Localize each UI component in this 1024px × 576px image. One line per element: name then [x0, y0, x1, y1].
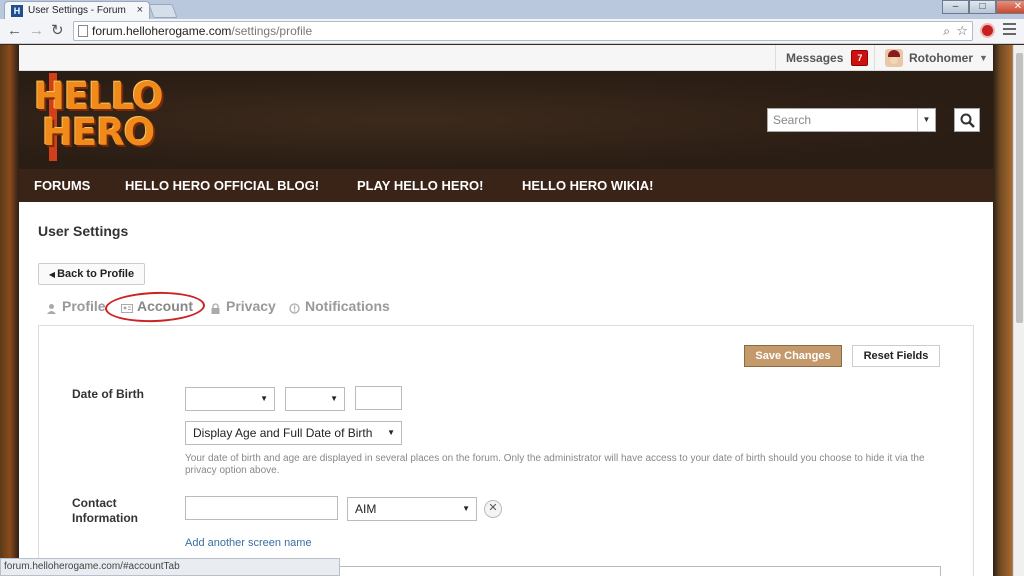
search-scope-dropdown[interactable]: ▼	[917, 109, 935, 131]
tab-profile[interactable]: Profile	[46, 298, 106, 314]
dob-day-select[interactable]: ▼	[285, 387, 345, 411]
forward-arrow-icon[interactable]: →	[29, 23, 44, 39]
address-bar[interactable]: forum.helloherogame.com/settings/profile…	[73, 21, 973, 41]
nav-play-hello-hero[interactable]: PLAY HELLO HERO!	[357, 169, 483, 202]
page-title: User Settings	[38, 223, 129, 239]
user-bar: Messages 7 Rotohomer ▼	[19, 45, 993, 71]
username: Rotohomer	[909, 51, 973, 65]
avatar	[885, 49, 903, 67]
red-annotation-circle	[104, 290, 206, 324]
web-page: Messages 7 Rotohomer ▼ HELLO HERO Search…	[0, 45, 1024, 576]
search-placeholder: Search	[773, 113, 812, 127]
zoom-icon[interactable]: ⌕	[943, 22, 950, 40]
account-settings-panel: Save Changes Reset Fields Date of Birth …	[38, 325, 974, 576]
screen-name-input[interactable]	[185, 496, 338, 520]
logo-word-hello: HELLO	[34, 75, 164, 118]
chevron-down-icon: ▼	[979, 53, 988, 63]
forum-favicon-icon: H	[11, 4, 23, 17]
reload-icon[interactable]: ↻	[51, 23, 64, 39]
url-domain: forum.helloherogame.com	[92, 24, 232, 38]
nav-official-blog[interactable]: HELLO HERO OFFICIAL BLOG!	[125, 169, 319, 202]
back-label: Back to Profile	[57, 268, 135, 280]
reset-fields-button[interactable]: Reset Fields	[852, 345, 940, 367]
status-bar: forum.helloherogame.com/#accountTab	[0, 558, 340, 576]
hello-hero-logo[interactable]: HELLO HERO	[34, 73, 174, 166]
dob-display-value: Display Age and Full Date of Birth	[193, 426, 373, 440]
bookmark-star-icon[interactable]: ☆	[956, 22, 968, 40]
dob-display-select[interactable]: Display Age and Full Date of Birth ▼	[185, 421, 402, 445]
settings-content: User Settings ◀ Back to Profile Profile A…	[19, 202, 993, 576]
messages-link[interactable]: Messages 7	[775, 45, 878, 71]
back-to-profile-button[interactable]: ◀ Back to Profile	[38, 263, 145, 285]
browser-menu-icon[interactable]	[1003, 23, 1016, 35]
user-menu[interactable]: Rotohomer ▼	[874, 45, 988, 71]
logo-word-hero: HERO	[42, 111, 155, 154]
tab-title: User Settings - Forum	[28, 5, 126, 16]
scrollbar-thumb[interactable]	[1016, 53, 1023, 323]
contact-information-label: Contact Information	[72, 496, 138, 525]
add-screen-name-link[interactable]: Add another screen name	[185, 537, 312, 549]
search-input[interactable]: Search ▼	[767, 108, 936, 132]
new-tab-button[interactable]	[148, 4, 178, 18]
dropdown-arrow-icon: ▼	[330, 394, 338, 403]
tab-profile-label: Profile	[62, 298, 106, 314]
extension-icon[interactable]	[980, 23, 995, 38]
window-controls: – □ ✕	[942, 0, 1024, 14]
remove-screen-name-button[interactable]: ✕	[484, 500, 502, 518]
dob-month-select[interactable]: ▼	[185, 387, 275, 411]
tab-notifications[interactable]: Notifications	[289, 298, 390, 314]
user-icon	[46, 301, 57, 314]
back-arrow-icon[interactable]: ←	[7, 23, 22, 39]
browser-tabstrip: H User Settings - Forum × – □ ✕	[0, 0, 1024, 19]
site-banner: HELLO HERO Search ▼	[19, 71, 993, 169]
save-changes-button[interactable]: Save Changes	[744, 345, 842, 367]
minimize-icon[interactable]: –	[942, 0, 969, 14]
messages-label: Messages	[786, 51, 844, 65]
url-path: /settings/profile	[231, 24, 313, 38]
close-icon: ✕	[488, 502, 498, 514]
tab-privacy-label: Privacy	[226, 298, 276, 314]
page-scrollbar[interactable]	[1013, 45, 1024, 576]
search-icon	[960, 113, 975, 128]
caret-left-icon: ◀	[48, 270, 56, 279]
nav-forums[interactable]: FORUMS	[34, 169, 90, 202]
browser-toolbar: ← → ↻ forum.helloherogame.com/settings/p…	[0, 19, 1024, 44]
browser-tab[interactable]: H User Settings - Forum ×	[4, 1, 150, 19]
dropdown-arrow-icon: ▼	[260, 394, 268, 403]
dob-help-text: Your date of birth and age are displayed…	[185, 453, 925, 476]
maximize-icon[interactable]: □	[969, 0, 996, 14]
im-service-select[interactable]: AIM ▼	[347, 497, 477, 521]
tab-close-icon[interactable]: ×	[137, 4, 143, 16]
date-of-birth-label: Date of Birth	[72, 387, 144, 401]
dob-year-input[interactable]	[355, 386, 402, 410]
main-nav: FORUMS HELLO HERO OFFICIAL BLOG! PLAY HE…	[19, 169, 993, 202]
nav-wikia[interactable]: HELLO HERO WIKIA!	[522, 169, 653, 202]
messages-count-badge: 7	[851, 50, 869, 66]
dropdown-arrow-icon: ▼	[387, 428, 395, 437]
page-icon	[78, 25, 88, 37]
tab-privacy[interactable]: Privacy	[210, 298, 276, 314]
close-window-icon[interactable]: ✕	[996, 0, 1024, 14]
search-button[interactable]	[954, 108, 980, 132]
tab-notifications-label: Notifications	[305, 298, 390, 314]
im-service-value: AIM	[355, 502, 377, 516]
dropdown-arrow-icon: ▼	[462, 504, 470, 513]
notification-bell-icon	[289, 301, 300, 314]
lock-icon	[210, 301, 221, 314]
